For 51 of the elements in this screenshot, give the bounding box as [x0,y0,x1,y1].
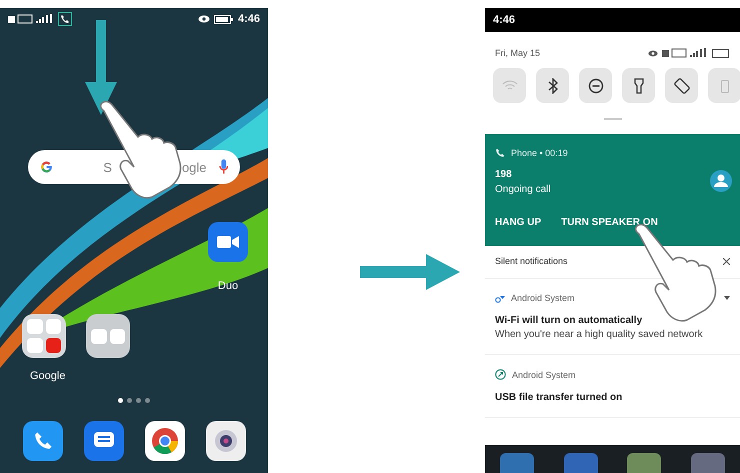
do-not-disturb-tile[interactable] [579,68,612,103]
signal-icon [8,14,54,24]
expand-icon[interactable] [724,296,730,300]
call-status: Ongoing call [495,184,552,195]
eye-icon [198,15,210,23]
contact-avatar-icon [710,170,732,192]
call-action-button[interactable]: HANG UP [495,217,542,228]
wifi-tile[interactable] [493,68,526,103]
battery-saver-tile[interactable] [708,68,740,103]
notification-title: USB file transfer turned on [495,392,624,403]
notification-app: Phone • 00:19 [511,148,568,158]
messages-app-icon[interactable] [84,421,124,461]
wifi-icon [502,80,518,92]
call-notification[interactable]: Phone • 00:19 198 Ongoing call HANG UP TURN SPEAKER ON [485,134,740,246]
battery-icon [712,48,730,58]
notification-title: Wi-Fi will turn on automatically [495,315,644,326]
camera-app-icon[interactable] [206,421,246,461]
video-camera-app-icon[interactable] [208,222,248,262]
browser-app-icon[interactable] [144,421,184,461]
auto-rotate-tile[interactable] [665,68,698,103]
microphone-icon[interactable] [218,159,228,175]
folder-label[interactable]: Google [30,370,268,382]
search-hint: ogle [182,160,207,174]
caller-number: 198 [495,169,513,180]
app-folder[interactable] [86,314,130,358]
date-label: Fri, May 15 [495,48,540,58]
status-time: 4:46 [238,13,260,25]
phone-app-icon[interactable] [22,421,62,461]
status-time: 4:46 [493,14,516,26]
flashlight-icon [634,78,644,94]
signal-icon [662,48,708,58]
app-folder[interactable] [22,314,66,358]
notification-text: When you're near a high quality saved network [495,329,704,340]
search-hint: S [103,160,112,174]
close-icon[interactable] [723,258,730,264]
call-action-button[interactable]: TURN SPEAKER ON [561,217,658,228]
notification-source: Android System [511,293,575,303]
rotate-phone-icon [674,78,690,94]
app-label[interactable]: Duo [218,280,238,292]
battery-icon [214,14,234,24]
google-logo-icon [40,160,54,174]
notification-source: Android System [512,370,576,380]
flashlight-tile[interactable] [622,68,655,103]
minus-circle-icon [588,78,604,94]
eye-icon [648,50,658,56]
phone-call-icon [58,12,72,26]
battery-icon [720,78,728,92]
bluetooth-icon [548,78,558,94]
section-header: Silent notifications [495,256,568,266]
phone-icon [495,148,505,158]
bluetooth-tile[interactable] [536,68,569,103]
